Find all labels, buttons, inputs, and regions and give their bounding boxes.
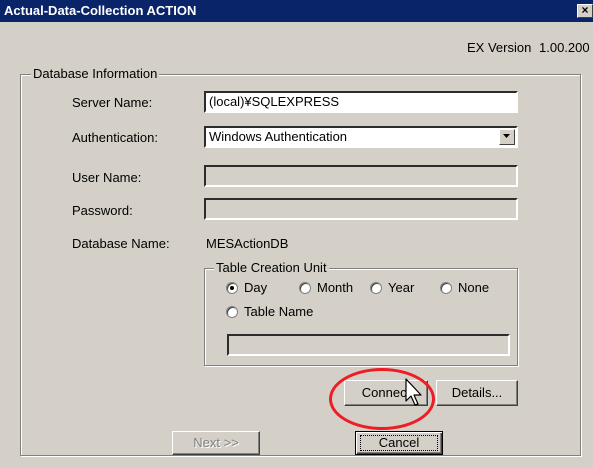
radio-button-icon (370, 282, 382, 294)
database-info-legend: Database Information (31, 66, 160, 81)
server-name-input[interactable]: (local)¥SQLEXPRESS (204, 91, 518, 113)
next-button[interactable]: Next >> (172, 431, 260, 455)
details-button[interactable]: Details... (436, 380, 518, 406)
radio-button-icon (299, 282, 311, 294)
chevron-down-icon (503, 134, 510, 138)
window-title: Actual-Data-Collection ACTION (4, 3, 197, 18)
dialog-window: Actual-Data-Collection ACTION × EX Versi… (0, 0, 593, 468)
version-value: 1.00.200 (539, 40, 590, 55)
close-icon: × (581, 4, 589, 17)
dropdown-button[interactable] (499, 129, 515, 145)
database-name-value: MESActionDB (206, 236, 289, 251)
server-name-label: Server Name: (72, 95, 153, 110)
table-creation-legend: Table Creation Unit (214, 260, 329, 275)
authentication-select[interactable]: Windows Authentication (204, 126, 518, 148)
mouse-pointer-icon (405, 378, 422, 406)
title-bar[interactable]: Actual-Data-Collection ACTION × (0, 0, 593, 22)
password-input[interactable] (204, 198, 518, 220)
version-label: EX Version (467, 40, 532, 55)
radio-button-icon (440, 282, 452, 294)
cancel-button[interactable]: Cancel (355, 431, 443, 455)
radio-none[interactable]: None (440, 280, 500, 296)
table-name-input[interactable] (227, 334, 510, 356)
password-label: Password: (72, 203, 133, 218)
focus-rect (360, 435, 438, 451)
radio-button-icon (226, 282, 238, 294)
radio-day[interactable]: Day (226, 280, 286, 296)
radio-month[interactable]: Month (299, 280, 369, 296)
authentication-value: Windows Authentication (209, 129, 348, 144)
database-name-label: Database Name: (72, 236, 170, 251)
authentication-label: Authentication: (72, 130, 159, 145)
user-name-label: User Name: (72, 170, 142, 185)
radio-button-icon (226, 306, 238, 318)
radio-year[interactable]: Year (370, 280, 430, 296)
close-button[interactable]: × (577, 4, 593, 18)
user-name-input[interactable] (204, 165, 518, 187)
radio-table-name[interactable]: Table Name (226, 304, 336, 320)
